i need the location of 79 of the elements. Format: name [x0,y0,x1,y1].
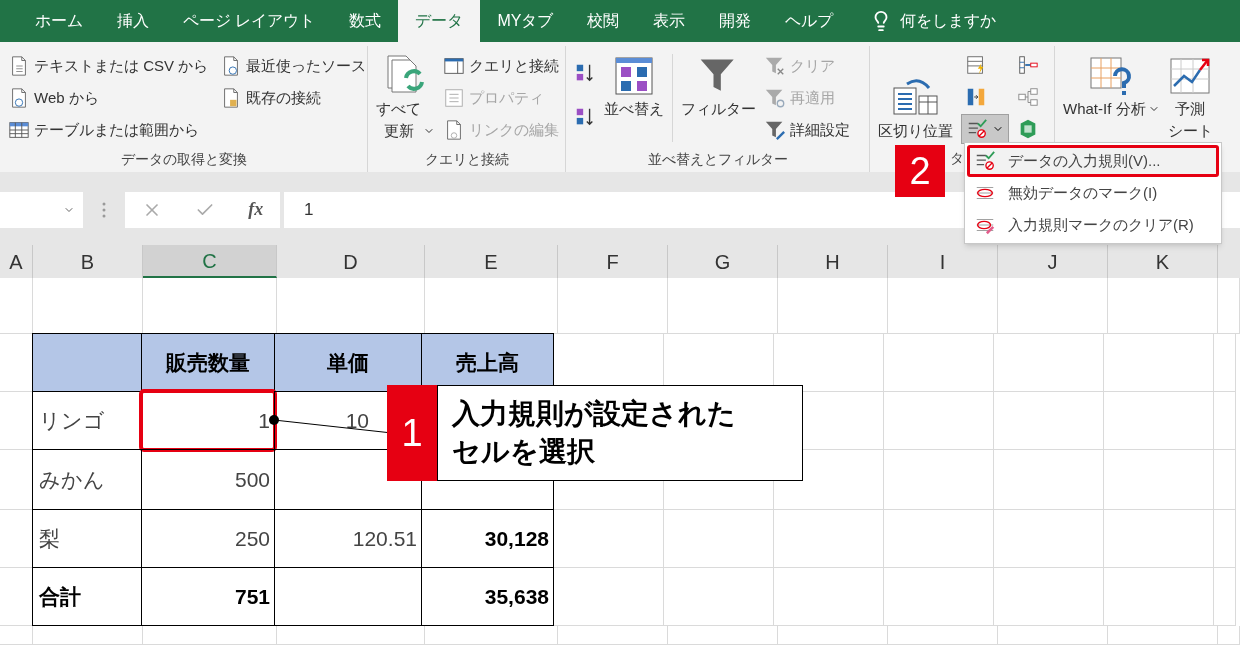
drag-handle-icon[interactable] [102,201,106,218]
sort-grid-icon [612,54,656,98]
remove-duplicates-icon [965,86,987,108]
column-header[interactable]: I [888,245,998,278]
ribbon-tab[interactable]: ヘルプ [768,0,851,42]
ribbon-button[interactable]: テキストまたは CSV から [4,50,213,82]
consolidate-icon [1017,54,1039,76]
ribbon-tab[interactable]: 挿入 [100,0,166,42]
ribbon-button[interactable]: テーブルまたは範囲から [4,114,213,146]
ribbon-tab[interactable]: MYタブ [480,0,571,42]
grid-cell [1214,450,1236,510]
ribbon-large-button[interactable]: 予測 シート [1163,50,1217,144]
ribbon-large-button[interactable]: 並べ替え [600,50,668,146]
column-header[interactable]: H [778,245,888,278]
grid-cell [1214,334,1236,392]
ribbon-tab[interactable]: ホーム [18,0,100,42]
data-validation-button[interactable] [961,114,1009,144]
column-header[interactable]: J [998,245,1108,278]
button-label: What-If 分析 [1063,99,1146,119]
group-label: クエリと接続 [424,149,509,169]
validation-icon [966,118,988,140]
button-label: 区切り位置 [878,121,953,141]
group-label: 並べ替えとフィルター [647,149,788,169]
ribbon-large-button[interactable]: フィルター [677,50,760,146]
grid-cell [0,626,33,645]
funnel-icon [764,55,786,77]
button-label: シート [1167,121,1213,141]
ribbon-button[interactable]: 最近使ったソース [216,50,371,82]
column-header[interactable]: C [143,245,277,278]
table-cell: 合計 [32,567,142,626]
grid-cell [1214,510,1236,568]
ribbon-button[interactable]: クエリと接続 [439,50,563,82]
ribbon-tab[interactable]: ページ レイアウト [166,0,333,42]
group-label: タ [950,148,964,168]
table-icon [8,119,30,141]
button-label: フィルター [681,99,756,119]
button-label: 並べ替え [604,99,664,119]
ribbon-tab[interactable]: 開発 [702,0,769,42]
grid-cell [0,278,33,334]
ribbon-large-button[interactable]: すべて 更新 [372,50,439,146]
table-cell: 1 [141,391,275,450]
button-label: すべて [376,99,421,119]
button-label: 更新 [383,121,414,141]
column-header[interactable]: K [1108,245,1218,278]
step-badge: 2 [895,145,945,197]
ribbon-button[interactable]: 詳細設定 [760,114,854,146]
relationships-icon [1017,86,1039,108]
header-cell: 販売数量 [141,333,275,392]
grid-cell [1214,392,1236,450]
ribbon-tab[interactable]: データ [398,0,481,42]
column-header[interactable]: D [277,245,425,278]
step-badge: 1 [387,385,437,481]
ribbon-button[interactable]: 既存の接続 [216,82,371,114]
ribbon-tab[interactable]: 表示 [636,0,703,42]
table-cell: 35,638 [421,567,554,626]
column-header[interactable]: F [558,245,668,278]
grid-cell [1218,626,1240,645]
ribbon-button[interactable]: Web から [4,82,213,114]
column-header[interactable]: G [668,245,778,278]
group-label: データの取得と変換 [120,149,247,169]
callout-text: セルを選択 [452,435,596,469]
funnel-icon [764,87,786,109]
list-icon [443,87,465,109]
table-cell: みかん [32,449,142,510]
button-label: 予測 [1175,99,1205,119]
header-cell: 単価 [274,333,422,392]
tell-me-field[interactable]: 何をしますか [900,9,997,33]
ribbon-tab[interactable]: 数式 [332,0,399,42]
callout-text: 入力規則が設定された [452,397,737,431]
funnel-icon [764,119,786,141]
insert-function-button[interactable]: fx [248,196,264,223]
menu-item[interactable]: データの入力規則(V)... [967,145,1219,177]
validation-icon [974,150,996,172]
grid-cell [1214,568,1236,626]
ribbon-large-button[interactable]: 区切り位置 [874,72,957,142]
window-icon [443,55,465,77]
column-header[interactable]: A [0,245,33,278]
column-header[interactable]: E [425,245,558,278]
ribbon-tab[interactable]: 校閲 [570,0,637,42]
